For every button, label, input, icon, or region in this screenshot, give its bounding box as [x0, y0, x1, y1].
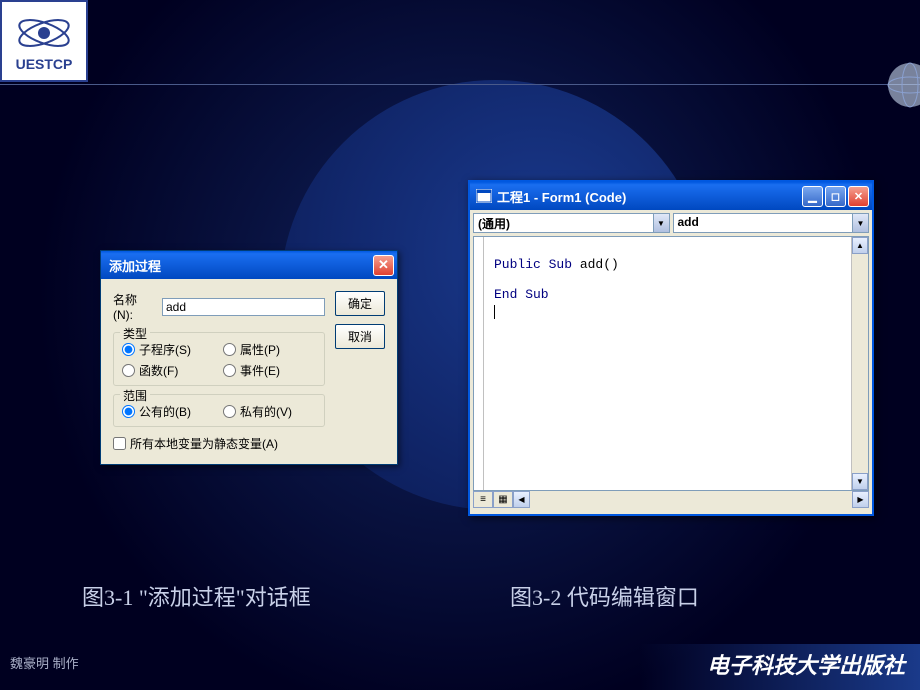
top-bar: UESTCP [0, 0, 920, 85]
radio-sub[interactable]: 子程序(S) [122, 341, 215, 358]
code-window-title: 工程1 - Form1 (Code) [497, 187, 626, 206]
type-group-title: 类型 [120, 325, 150, 342]
close-icon[interactable]: ✕ [373, 255, 394, 276]
code-area[interactable]: Public Sub add() End Sub ▲ ▼ [473, 236, 869, 491]
scope-group-title: 范围 [120, 387, 150, 404]
logo: UESTCP [0, 0, 88, 82]
name-label: 名称(N): [113, 291, 154, 322]
close-icon[interactable]: ✕ [848, 186, 869, 207]
ok-button[interactable]: 确定 [335, 291, 385, 316]
type-groupbox: 类型 子程序(S) 属性(P) 函数(F) 事件(E) [113, 332, 325, 386]
vb-form-icon [476, 189, 492, 203]
maximize-icon[interactable]: ◻ [825, 186, 846, 207]
chevron-down-icon[interactable]: ▼ [653, 214, 669, 232]
scroll-right-icon[interactable]: ▶ [852, 491, 869, 508]
scroll-down-icon[interactable]: ▼ [852, 473, 868, 490]
radio-event[interactable]: 事件(E) [223, 362, 316, 379]
minimize-icon[interactable]: ▁ [802, 186, 823, 207]
dialog-title: 添加过程 [109, 256, 161, 275]
radio-public[interactable]: 公有的(B) [122, 403, 215, 420]
vertical-scrollbar[interactable]: ▲ ▼ [851, 237, 868, 490]
code-margin [474, 237, 484, 490]
dialog-titlebar[interactable]: 添加过程 ✕ [101, 251, 397, 279]
chevron-down-icon[interactable]: ▼ [852, 214, 868, 232]
add-procedure-dialog: 添加过程 ✕ 名称(N): 类型 子程序(S) 属性(P) 函数(F) 事件(E… [100, 250, 398, 465]
radio-property[interactable]: 属性(P) [223, 341, 316, 358]
text-cursor [494, 305, 495, 319]
radio-private[interactable]: 私有的(V) [223, 403, 316, 420]
scroll-track[interactable] [530, 491, 852, 511]
full-view-icon[interactable]: ▦ [493, 491, 513, 508]
scope-groupbox: 范围 公有的(B) 私有的(V) [113, 394, 325, 427]
author-credit: 魏豪明 制作 [10, 653, 79, 672]
code-titlebar[interactable]: 工程1 - Form1 (Code) ▁ ◻ ✕ [470, 182, 872, 210]
figure-caption-1: 图3-1 "添加过程"对话框 [82, 580, 311, 612]
name-input[interactable] [162, 298, 325, 316]
radio-function[interactable]: 函数(F) [122, 362, 215, 379]
object-dropdown[interactable]: (通用) ▼ [473, 213, 670, 233]
publisher: 电子科技大学出版社 [707, 648, 905, 680]
procedure-dropdown[interactable]: add ▼ [673, 213, 870, 233]
logo-text: UESTCP [16, 56, 73, 72]
scroll-up-icon[interactable]: ▲ [852, 237, 868, 254]
logo-icon [14, 11, 74, 56]
cancel-button[interactable]: 取消 [335, 324, 385, 349]
dropdown-bar: (通用) ▼ add ▼ [470, 210, 872, 236]
code-editor-window: 工程1 - Form1 (Code) ▁ ◻ ✕ (通用) ▼ add ▼ Pu… [468, 180, 874, 516]
code-content[interactable]: Public Sub add() End Sub [484, 237, 851, 490]
procedure-view-icon[interactable]: ≡ [473, 491, 493, 508]
figure-caption-2: 图3-2 代码编辑窗口 [510, 580, 699, 612]
scroll-left-icon[interactable]: ◀ [513, 491, 530, 508]
static-checkbox[interactable]: 所有本地变量为静态变量(A) [113, 435, 325, 452]
globe-icon [870, 60, 920, 110]
scroll-track[interactable] [852, 254, 868, 473]
horizontal-scrollbar[interactable]: ◀ ▶ [513, 491, 869, 511]
